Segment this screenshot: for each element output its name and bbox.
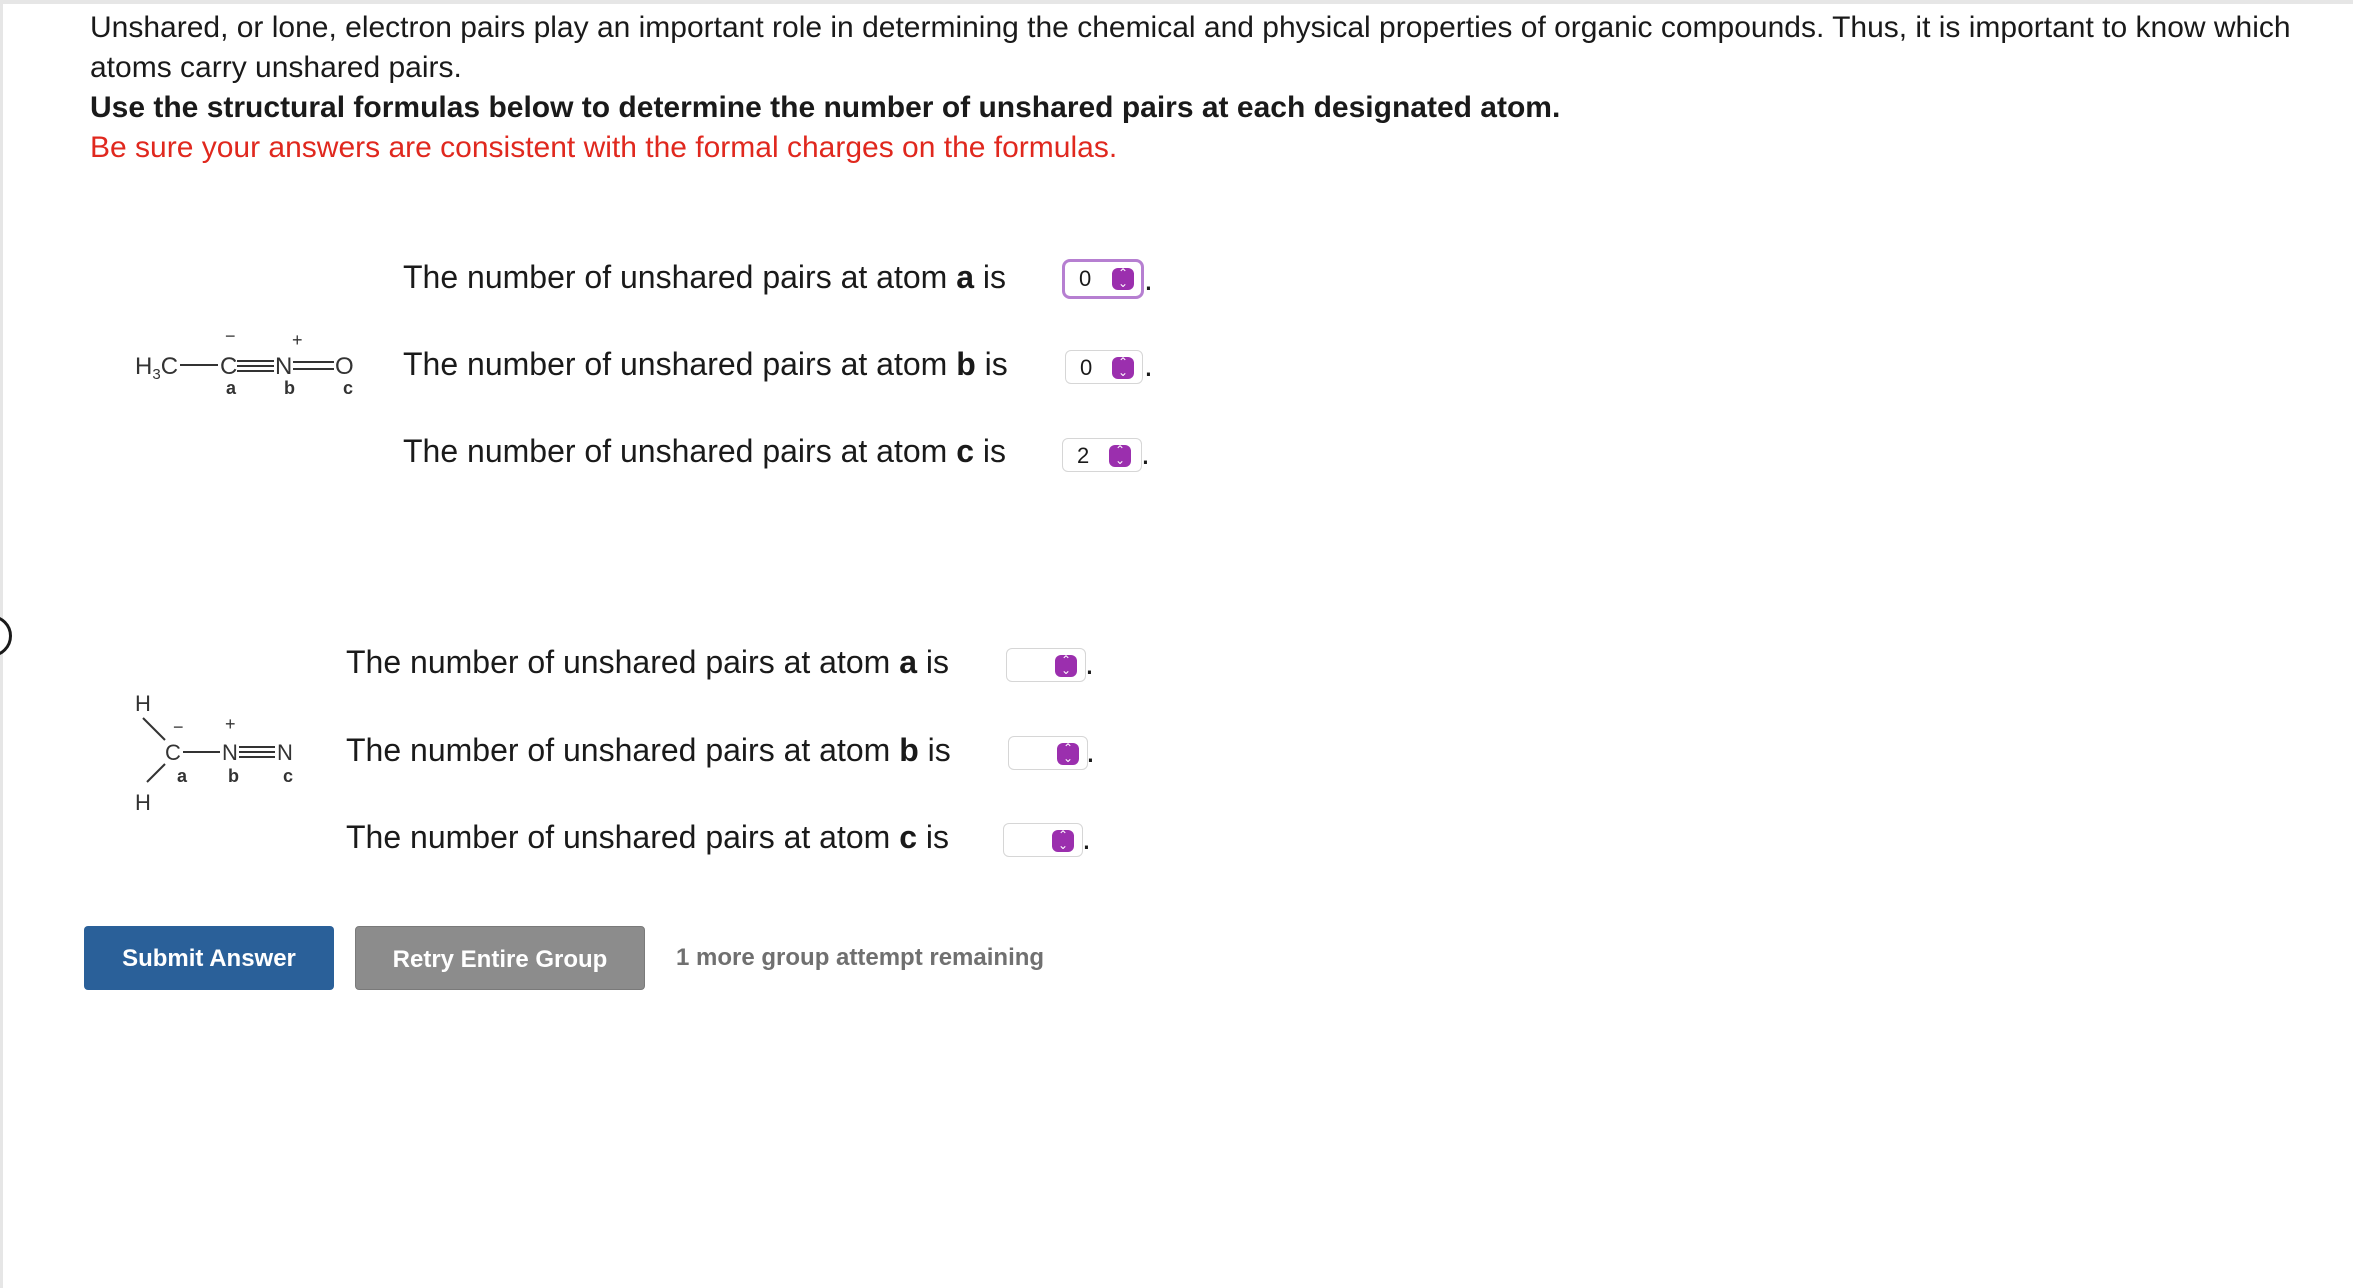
svg-text:a: a — [177, 766, 188, 786]
attempts-remaining: 1 more group attempt remaining — [676, 944, 1045, 971]
up-down-chevron-icon: ⌃ ⌄ — [1112, 356, 1134, 379]
submit-answer-button[interactable]: Submit Answer — [84, 926, 334, 990]
select-g1-atom-c[interactable]: 2 ⌃ ⌄ — [1062, 438, 1142, 472]
instruction-bold: Use the structural formulas below to det… — [90, 91, 1561, 124]
retry-entire-group-button[interactable]: Retry Entire Group — [355, 926, 645, 990]
up-down-chevron-icon: ⌃ ⌄ — [1052, 829, 1074, 852]
question-g1-a: The number of unshared pairs at atom a i… — [403, 259, 1006, 295]
period: . — [1144, 261, 1153, 297]
atom-a-2: C — [165, 740, 181, 765]
period: . — [1086, 733, 1095, 769]
svg-text:b: b — [228, 766, 239, 786]
instructions: Unshared, or lone, electron pairs play a… — [90, 8, 2310, 168]
instruction-warning: Be sure your answers are consistent with… — [90, 131, 1118, 164]
period: . — [1085, 645, 1094, 681]
atom-c: O — [335, 353, 354, 380]
atom-c-2: N — [277, 740, 293, 765]
select-g2-atom-a[interactable]: ⌃ ⌄ — [1006, 648, 1086, 682]
question-g2-a: The number of unshared pairs at atom a i… — [346, 644, 949, 680]
svg-text:−: − — [225, 326, 236, 346]
svg-text:−: − — [173, 717, 184, 737]
svg-text:c: c — [343, 378, 353, 398]
svg-text:H: H — [135, 790, 151, 815]
structural-formula-2: H C − N + N a b c H — [125, 680, 325, 825]
svg-text:H3C: H3C — [135, 353, 178, 383]
side-panel-toggle-icon[interactable] — [0, 615, 12, 657]
select-g2-atom-b[interactable]: ⌃ ⌄ — [1008, 736, 1088, 770]
question-g2-b: The number of unshared pairs at atom b i… — [346, 732, 951, 768]
atom-b: N — [275, 353, 292, 380]
svg-text:H: H — [135, 691, 151, 716]
question-g1-b: The number of unshared pairs at atom b i… — [403, 346, 1008, 382]
up-down-chevron-icon: ⌃ ⌄ — [1112, 267, 1134, 290]
select-g1-atom-a[interactable]: 0 ⌃ ⌄ — [1062, 259, 1144, 299]
question-g2-c: The number of unshared pairs at atom c i… — [346, 819, 949, 855]
up-down-chevron-icon: ⌃ ⌄ — [1109, 444, 1131, 467]
up-down-chevron-icon: ⌃ ⌄ — [1057, 742, 1079, 765]
svg-text:c: c — [283, 766, 293, 786]
svg-text:a: a — [226, 378, 237, 398]
intro-text: Unshared, or lone, electron pairs play a… — [90, 11, 2291, 84]
period: . — [1144, 347, 1153, 383]
select-g2-atom-c[interactable]: ⌃ ⌄ — [1003, 823, 1083, 857]
period: . — [1141, 435, 1150, 471]
atom-a: C — [220, 353, 237, 380]
period: . — [1082, 820, 1091, 856]
select-g1-atom-b[interactable]: 0 ⌃ ⌄ — [1065, 350, 1143, 384]
svg-text:+: + — [292, 330, 303, 350]
svg-text:+: + — [225, 714, 236, 734]
atom-b-2: N — [222, 740, 238, 765]
structural-formula-1: H3C C − N + O a b c — [130, 320, 370, 415]
top-border — [0, 0, 2353, 4]
svg-text:b: b — [284, 378, 295, 398]
question-g1-c: The number of unshared pairs at atom c i… — [403, 433, 1006, 469]
up-down-chevron-icon: ⌃ ⌄ — [1055, 654, 1077, 677]
